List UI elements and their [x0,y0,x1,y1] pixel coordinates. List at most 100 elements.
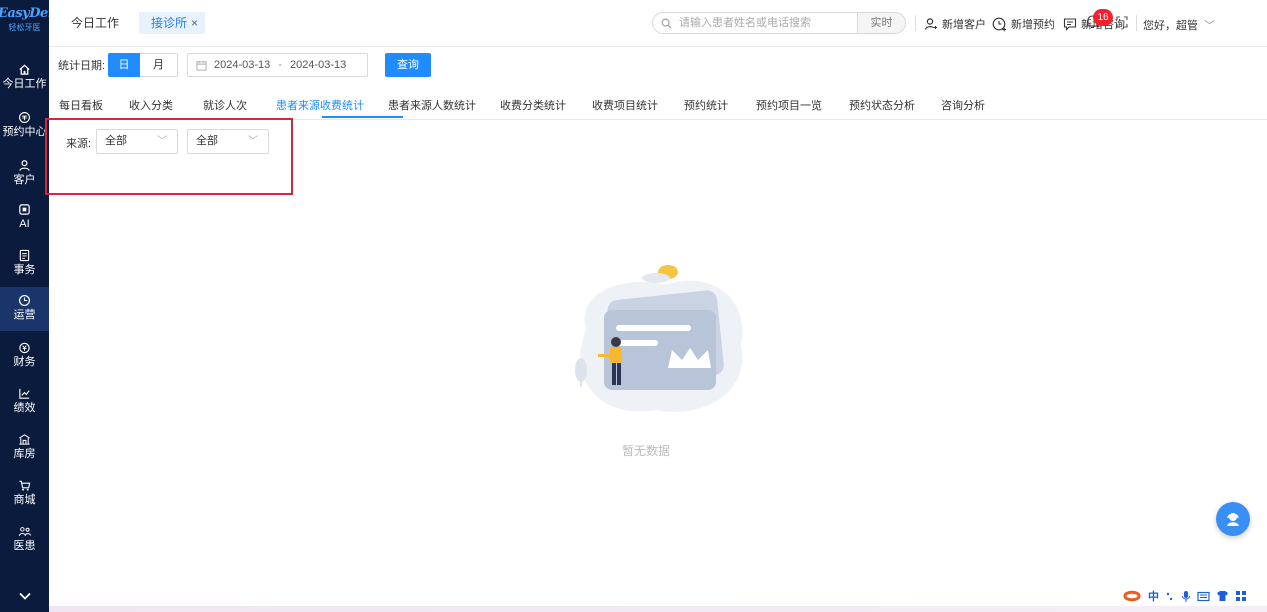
sidebar-item-label: 商城 [13,494,36,506]
tab-source-charge-stats[interactable]: 患者来源收费统计 [276,97,364,113]
sidebar-item-label: 财务 [13,356,36,368]
new-appointment-button[interactable]: 新增预约 [992,16,1055,32]
period-day-button[interactable]: 日 [108,53,140,77]
tab-income-category[interactable]: 收入分类 [129,97,173,113]
brand-name: EasyDent [0,6,63,21]
stat-date-label: 统计日期: [58,60,106,72]
toolbox-icon [1236,591,1246,601]
clock-icon [18,294,31,306]
customer-service-button[interactable] [1216,502,1250,536]
chevron-down-icon: ﹀ [157,136,167,147]
source-label: 来源: [66,138,92,150]
tab-label: 接诊所 [151,16,188,30]
sidebar-item-label: 预约中心 [2,126,47,138]
chevron-down-icon: ﹀ [1204,20,1215,32]
sidebar-item-label: AI [19,218,30,230]
tab-appointment-status[interactable]: 预约状态分析 [849,97,915,113]
chevron-down-icon: ﹀ [248,136,258,147]
punctuation-icon [1166,592,1173,601]
active-tab-indicator [322,116,403,118]
select-value: 全部 [196,135,218,147]
sidebar-expand-button[interactable] [0,584,49,608]
calendar-icon [196,60,207,71]
shop-icon [19,480,31,491]
sidebar-item-mall[interactable]: 商城 [0,472,49,516]
sidebar-item-operations[interactable]: 运营 [0,287,49,331]
new-customer-button[interactable]: 新增客户 [924,16,986,32]
tab-appointment-stats[interactable]: 预约统计 [684,97,728,113]
end-date: 2024-03-13 [289,59,347,71]
sidebar-item-doctor-patient[interactable]: 医患 [0,518,49,562]
sidebar-item-warehouse[interactable]: 库房 [0,426,49,470]
calendar-icon [19,111,30,123]
bottom-strip [49,606,1267,612]
sidebar-item-label: 事务 [13,264,36,276]
tab-charge-item-stats[interactable]: 收费项目统计 [592,97,658,113]
microphone-icon [1182,590,1190,602]
chevron-down-icon [18,592,31,600]
brand-subtitle: 轻松牙医 [8,23,41,32]
task-icon [19,249,30,261]
sidebar-item-finance[interactable]: 财务 [0,334,49,378]
tab-source-count-stats[interactable]: 患者来源人数统计 [388,97,476,113]
add-user-icon [924,18,937,30]
sidebar-item-label: 绩效 [13,402,36,414]
sidebar-item-today-work[interactable]: 今日工作 [0,56,49,100]
select-value: 全部 [105,135,127,147]
add-clock-icon [992,17,1006,31]
tab-reception[interactable]: 接诊所 × [139,12,206,34]
skin-icon [1217,591,1228,601]
chart-icon [19,388,30,399]
realtime-button[interactable]: 实时 [858,12,906,34]
sidebar-item-performance[interactable]: 绩效 [0,380,49,424]
doctor-patient-icon [18,526,31,536]
fullscreen-icon [1116,16,1128,28]
query-button[interactable]: 查询 [385,53,431,77]
notification-badge: 16 [1093,9,1113,26]
new-appointment-label: 新增预约 [1011,19,1055,31]
user-greeting: 您好，超管 [1143,20,1198,32]
sidebar-item-ai[interactable]: AI [0,196,49,240]
sogou-logo-icon [1123,590,1141,602]
report-tabs: 每日看板 收入分类 就诊人次 患者来源收费统计 患者来源人数统计 收费分类统计 … [49,88,1267,120]
empty-state-text: 暂无数据 [622,444,671,458]
search-icon [661,18,672,28]
tab-today-work[interactable]: 今日工作 [71,14,119,31]
support-agent-icon [1227,513,1239,526]
source-select-secondary[interactable]: 全部 ﹀ [187,129,269,154]
sidebar: EasyDent 轻松牙医 今日工作 预约中心 客户 AI 事务 运营 财务 绩… [0,0,63,612]
date-range-separator: - [278,59,282,71]
tab-close-icon[interactable]: × [191,16,198,30]
patient-search [652,12,858,34]
ai-icon [19,203,30,215]
date-range-picker[interactable]: 2024-03-13 - 2024-03-13 [187,53,368,77]
sidebar-item-label: 医患 [13,540,36,552]
sidebar-item-label: 客户 [13,174,36,186]
source-select-primary[interactable]: 全部 ﹀ [96,129,178,154]
tab-visits[interactable]: 就诊人次 [203,97,247,113]
ime-toolbar[interactable]: 中 [1122,588,1247,604]
ime-mode-label: 中 [1148,591,1159,603]
empty-state-illustration [575,265,743,412]
sidebar-item-appointment-center[interactable]: 预约中心 [0,104,49,148]
tab-charge-category-stats[interactable]: 收费分类统计 [500,97,566,113]
sidebar-item-label: 库房 [13,448,36,460]
period-month-button[interactable]: 月 [140,53,178,77]
user-menu[interactable]: 您好，超管 ﹀ [1143,17,1215,33]
sidebar-item-label: 运营 [13,309,36,321]
warehouse-icon [19,433,30,445]
tab-daily-board[interactable]: 每日看板 [59,97,103,113]
finance-icon [19,342,30,353]
tab-appointment-items[interactable]: 预约项目一览 [756,97,822,113]
tab-consult-analysis[interactable]: 咨询分析 [941,97,985,113]
user-icon [19,159,30,171]
home-icon [19,63,30,75]
fullscreen-button[interactable] [1116,16,1128,31]
stat-date-filter: 统计日期: [58,53,105,77]
search-input[interactable] [677,16,851,30]
sidebar-item-customer[interactable]: 客户 [0,152,49,196]
new-customer-label: 新增客户 [942,19,986,31]
sidebar-item-affairs[interactable]: 事务 [0,242,49,286]
brand-logo[interactable]: EasyDent 轻松牙医 [0,0,63,48]
sidebar-item-label: 今日工作 [2,78,47,90]
